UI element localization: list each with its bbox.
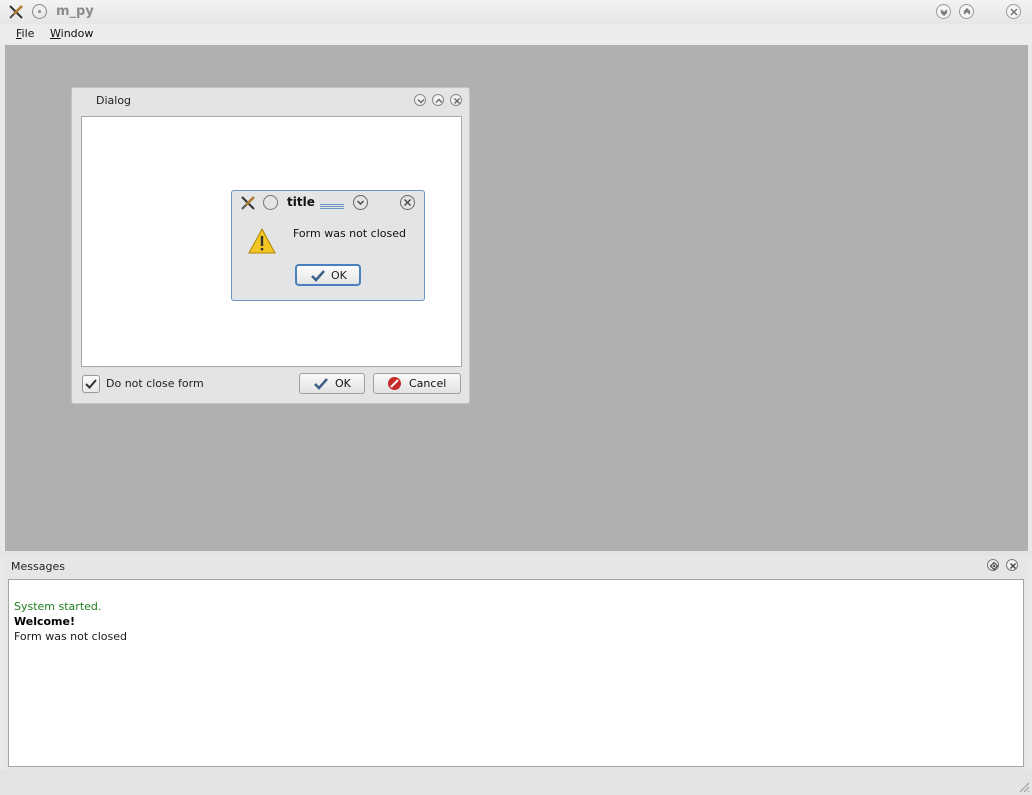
close-icon xyxy=(1010,563,1016,569)
app-tools-icon[interactable] xyxy=(240,195,256,211)
chevron-down-icon xyxy=(357,200,364,205)
message-box-close-button[interactable] xyxy=(400,195,415,210)
close-icon xyxy=(454,98,460,104)
messages-dock: Messages System started. Welcome! Form w… xyxy=(5,556,1028,770)
chevron-up-icon xyxy=(435,98,443,103)
resize-grip-icon[interactable] xyxy=(1018,781,1030,793)
app-tools-icon[interactable] xyxy=(8,4,24,20)
dialog-maximize-button[interactable] xyxy=(432,94,444,106)
dialog-ok-button[interactable]: OK xyxy=(299,373,365,394)
close-icon xyxy=(404,199,411,206)
dialog-close-button[interactable] xyxy=(450,94,462,106)
pin-icon[interactable] xyxy=(263,195,278,210)
messages-dock-title: Messages xyxy=(11,560,65,573)
chevron-down-icon xyxy=(940,9,948,17)
status-bar xyxy=(0,770,1032,795)
close-button[interactable] xyxy=(1006,4,1021,19)
close-icon xyxy=(1010,8,1018,16)
message-line-1: Welcome! xyxy=(14,615,75,628)
window-titlebar: m_py xyxy=(0,0,1032,24)
menu-bar: File Window xyxy=(0,24,1032,44)
cancel-icon xyxy=(388,377,401,390)
minimize-button[interactable] xyxy=(936,4,951,19)
checkmark-icon xyxy=(311,270,325,282)
dialog-title: Dialog xyxy=(96,94,132,107)
message-box-ok-button[interactable]: OK xyxy=(295,264,361,286)
window-title: m_py xyxy=(56,4,94,19)
menu-file[interactable]: File xyxy=(16,27,34,40)
title-decoration xyxy=(320,203,344,211)
dialog-minimize-button[interactable] xyxy=(414,94,426,106)
pin-icon[interactable] xyxy=(32,4,47,19)
warning-icon xyxy=(248,227,276,254)
dock-float-button[interactable] xyxy=(987,559,999,571)
float-icon xyxy=(989,561,999,571)
message-line-0: System started. xyxy=(14,600,102,613)
menu-window[interactable]: Window xyxy=(50,27,93,40)
dialog-cancel-button[interactable]: Cancel xyxy=(373,373,461,394)
message-box-title: title xyxy=(287,195,315,209)
checkmark-icon xyxy=(85,379,97,389)
message-line-2: Form was not closed xyxy=(14,630,127,643)
dock-close-button[interactable] xyxy=(1006,559,1018,571)
message-box-minimize-button[interactable] xyxy=(353,195,368,210)
messages-text-area[interactable]: System started. Welcome! Form was not cl… xyxy=(8,579,1024,767)
checkmark-icon xyxy=(314,378,328,390)
message-box: title Form was not closed OK xyxy=(231,190,425,301)
checkbox-label: Do not close form xyxy=(106,377,204,390)
do-not-close-checkbox[interactable] xyxy=(82,375,100,393)
chevron-up-icon xyxy=(963,7,971,15)
maximize-button[interactable] xyxy=(959,4,974,19)
chevron-down-icon xyxy=(417,99,425,104)
message-box-text: Form was not closed xyxy=(293,227,406,240)
